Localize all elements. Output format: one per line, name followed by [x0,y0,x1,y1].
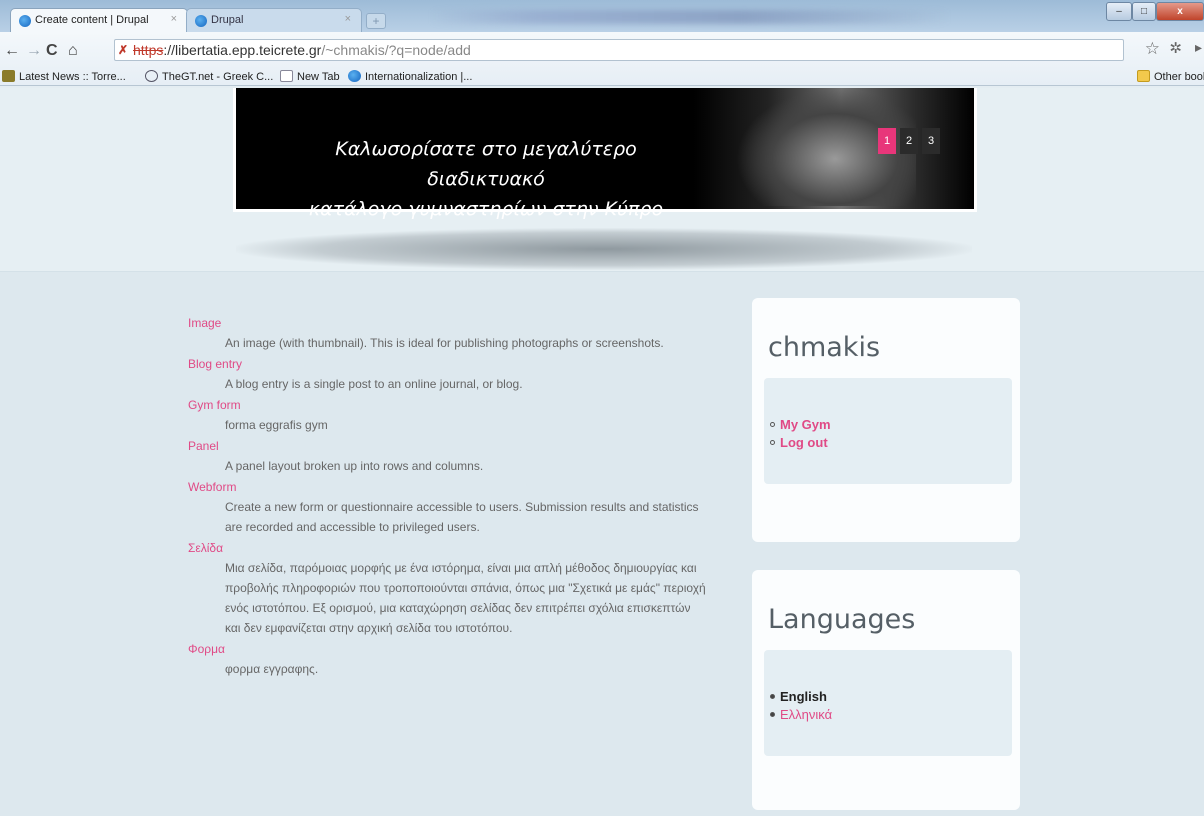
bookmark-icon [2,70,15,82]
user-menu: My Gym Log out [770,416,831,452]
folder-icon [1137,70,1150,82]
globe-icon [145,70,158,82]
drupal-favicon-icon [19,15,31,27]
blurred-taskbar-region [430,10,950,24]
menu-item-my-gym: My Gym [770,416,831,434]
window-controls: – □ x [1106,2,1204,22]
tab-label: Drupal [211,14,244,26]
tab-drupal[interactable]: Drupal × [186,8,362,32]
site-header: Καλωσορίσατε στο μεγαλύτερο διαδικτυακό … [0,88,1204,272]
banner-slideshow: Καλωσορίσατε στο μεγαλύτερο διαδικτυακό … [233,88,977,220]
bookmark-other[interactable]: Other bookmarks [1137,70,1204,83]
content-type-description: A blog entry is a single post to an onli… [225,377,523,391]
user-menu-panel: My Gym Log out [764,378,1012,484]
url-path: /~chmakis/?q=node/add [321,42,471,58]
bullet-icon [770,694,775,699]
url-scheme: https [133,42,164,58]
languages-block: Languages English Ελληνικά [752,570,1020,810]
bookmark-star-icon[interactable]: ☆ [1145,39,1160,59]
banner-text: Καλωσορίσατε στο μεγαλύτερο διαδικτυακό … [236,134,696,224]
content-type-description: φορμα εγγραφης. [225,662,319,676]
drupal-favicon-icon [195,15,207,27]
language-item-english: English [770,688,832,706]
bookmark-label: Latest News :: Torre... [19,71,126,83]
my-gym-link[interactable]: My Gym [780,417,831,432]
user-block: chmakis My Gym Log out [752,298,1020,542]
bullet-icon [770,712,775,717]
wrench-icon[interactable]: ✲ [1169,39,1182,57]
back-arrow-icon[interactable]: ← [4,42,20,60]
slideshow-pager: 123 [874,128,940,154]
content-type-blog-link[interactable]: Blog entry [188,357,708,371]
tab-close-icon[interactable]: × [345,13,351,25]
content-type-list: Image An image (with thumbnail). This is… [188,316,708,683]
language-greek-link[interactable]: Ελληνικά [780,707,832,722]
pager-1-button[interactable]: 1 [878,128,896,154]
content-type-description: A panel layout broken up into rows and c… [225,459,484,473]
address-bar[interactable]: ✗ https://libertatia.epp.teicrete.gr/~ch… [114,39,1124,61]
insecure-lock-icon: ✗ [118,43,129,57]
language-english[interactable]: English [780,689,827,704]
bookmark-latest-news[interactable]: Latest News :: Torre... [2,70,126,83]
bookmark-new-tab[interactable]: New Tab [280,70,340,83]
page-viewport: Καλωσορίσατε στο μεγαλύτερο διαδικτυακό … [0,88,1204,816]
language-switcher-panel: English Ελληνικά [764,650,1012,756]
content-type-description: An image (with thumbnail). This is ideal… [225,336,664,350]
forward-arrow-icon[interactable]: → [26,42,42,60]
language-switcher: English Ελληνικά [770,688,832,724]
bullet-icon [770,422,775,427]
page-icon [280,70,293,82]
menu-item-log-out: Log out [770,434,831,452]
banner-line-1: Καλωσορίσατε στο μεγαλύτερο διαδικτυακό [335,138,637,190]
window-titlebar: Create content | Drupal × Drupal × + – □… [0,0,1204,32]
content-type-description: Μια σελίδα, παρόμοιας μορφής με ένα ιστό… [225,561,706,635]
content-type-image-link[interactable]: Image [188,316,708,330]
banner-line-2: κατάλογο γυμναστηρίων στην Κύπρο [308,198,664,220]
banner-shadow [236,228,972,270]
close-window-icon[interactable]: x [1156,2,1204,21]
pager-2-button[interactable]: 2 [900,128,918,154]
log-out-link[interactable]: Log out [780,435,828,450]
bookmark-label: New Tab [297,71,340,83]
content-type-webform-link[interactable]: Webform [188,480,708,494]
language-item-greek: Ελληνικά [770,706,832,724]
tab-create-content[interactable]: Create content | Drupal × [10,8,188,32]
languages-block-title: Languages [768,604,916,635]
content-type-forma-link[interactable]: Φορμα [188,642,708,656]
drupal-icon [348,70,361,82]
content-type-page-link[interactable]: Σελίδα [188,541,708,555]
page-menu-icon[interactable]: ▸ [1195,39,1202,56]
tab-close-icon[interactable]: × [171,13,177,25]
bookmark-thegt[interactable]: TheGT.net - Greek C... [145,70,273,83]
bookmark-internationalization[interactable]: Internationalization |... [348,70,472,83]
reload-icon[interactable]: C [46,42,58,60]
bookmark-label: Other bookmarks [1154,71,1204,83]
pager-3-button[interactable]: 3 [922,128,940,154]
content-type-gym-form-link[interactable]: Gym form [188,398,708,412]
bookmark-label: Internationalization |... [365,71,473,83]
home-icon[interactable]: ⌂ [68,42,78,60]
new-tab-button[interactable]: + [366,13,386,29]
content-type-panel-link[interactable]: Panel [188,439,708,453]
bookmark-label: TheGT.net - Greek C... [162,71,274,83]
user-block-title: chmakis [768,332,881,363]
minimize-icon[interactable]: – [1106,2,1132,21]
bookmarks-bar: Latest News :: Torre... TheGT.net - Gree… [0,68,1204,88]
bullet-icon [770,440,775,445]
url-host: ://libertatia.epp.teicrete.gr [163,42,322,58]
tab-label: Create content | Drupal [35,14,149,26]
maximize-icon[interactable]: □ [1132,2,1156,21]
content-type-description: forma eggrafis gym [225,418,328,432]
content-type-description: Create a new form or questionnaire acces… [225,500,699,534]
